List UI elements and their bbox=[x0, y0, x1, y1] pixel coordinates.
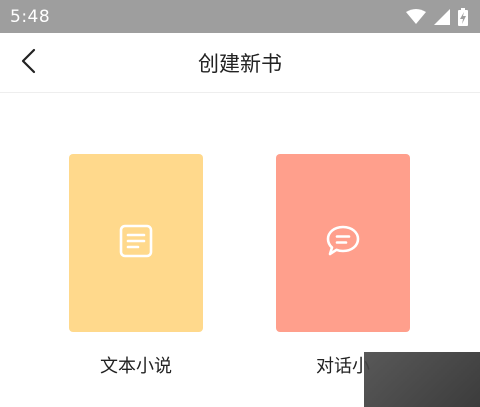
chat-bubble-icon bbox=[325, 224, 361, 262]
signal-icon bbox=[434, 8, 450, 25]
dialogue-novel-card[interactable] bbox=[276, 154, 410, 332]
wifi-icon bbox=[406, 8, 426, 25]
status-bar: 5:48 bbox=[0, 0, 480, 33]
status-time: 5:48 bbox=[10, 6, 51, 27]
chevron-left-icon bbox=[20, 48, 36, 78]
text-novel-label: 文本小说 bbox=[100, 356, 172, 377]
battery-charging-icon bbox=[458, 7, 468, 26]
status-icons bbox=[406, 7, 468, 26]
app-bar: 创建新书 bbox=[0, 33, 480, 93]
text-novel-card[interactable] bbox=[69, 154, 203, 332]
document-icon bbox=[119, 224, 153, 262]
back-button[interactable] bbox=[4, 39, 52, 87]
page-title: 创建新书 bbox=[198, 52, 282, 76]
watermark-overlay bbox=[364, 352, 480, 407]
